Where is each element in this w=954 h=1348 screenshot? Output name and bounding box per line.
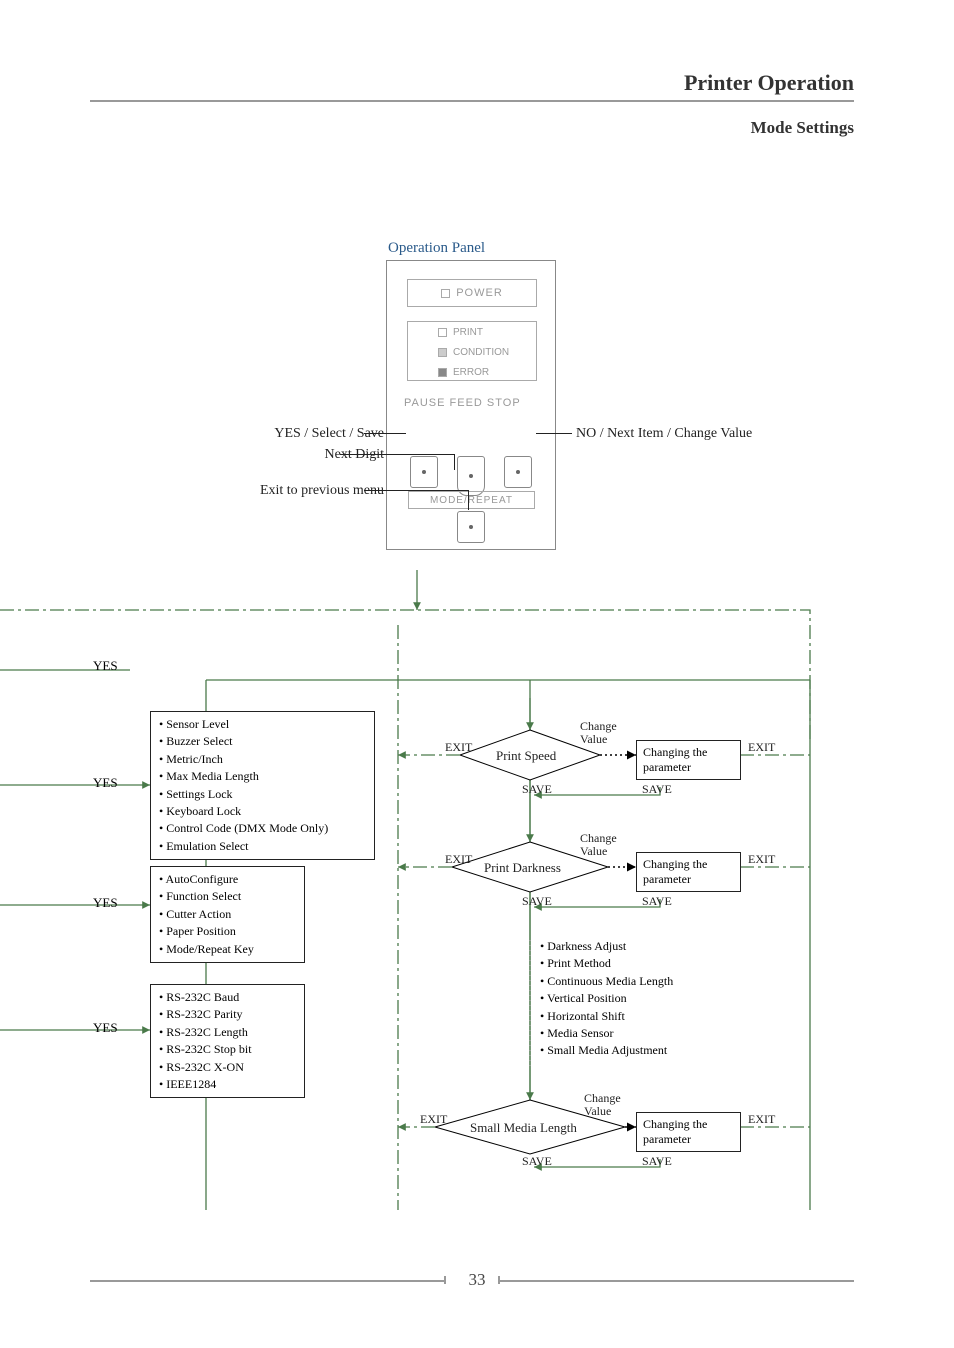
- header-rule: [90, 100, 854, 102]
- changing-param-1: Changing the parameter: [636, 740, 741, 780]
- page-header-title: Printer Operation: [684, 70, 854, 96]
- save-3a: SAVE: [522, 1154, 552, 1169]
- save-2a: SAVE: [522, 894, 552, 909]
- changing-param-2: Changing the parameter: [636, 852, 741, 892]
- exit-3: EXIT: [420, 1112, 447, 1127]
- stop-button: [504, 456, 532, 488]
- label-no: NO / Next Item / Change Value: [576, 426, 826, 442]
- label-next-digit: Next Digit: [204, 447, 384, 463]
- changeval-3: Change Value: [584, 1092, 639, 1118]
- operation-panel-diagram: Operation Panel POWER PRINT CONDITION ER…: [0, 220, 954, 540]
- power-label: POWER: [456, 287, 503, 299]
- exit-2: EXIT: [445, 852, 472, 867]
- label-exit: Exit to previous menu: [204, 483, 384, 499]
- save-3b: SAVE: [642, 1154, 672, 1169]
- status-error: ERROR: [453, 367, 489, 378]
- mode-button: [457, 511, 485, 543]
- save-2b: SAVE: [642, 894, 672, 909]
- yes-label-3: YES: [93, 895, 118, 911]
- label-yes: YES / Select / Save: [204, 426, 384, 442]
- pause-button: [410, 456, 438, 488]
- yes-label-4: YES: [93, 1020, 118, 1036]
- page-number: 33: [0, 1270, 954, 1290]
- status-box: PRINT CONDITION ERROR: [407, 321, 537, 381]
- decision-print-speed: Print Speed: [496, 748, 556, 764]
- exit-1: EXIT: [445, 740, 472, 755]
- list-auto: • AutoConfigure• Function Select• Cutter…: [150, 866, 305, 963]
- pause-feed-stop-labels: PAUSE FEED STOP: [404, 397, 521, 409]
- decision-print-darkness: Print Darkness: [484, 860, 561, 876]
- exit-1r: EXIT: [748, 740, 775, 755]
- list-rs232: • RS-232C Baud• RS-232C Parity• RS-232C …: [150, 984, 305, 1098]
- status-print: PRINT: [453, 327, 483, 338]
- changing-param-3: Changing the parameter: [636, 1112, 741, 1152]
- list-sensor: • Sensor Level• Buzzer Select• Metric/In…: [150, 711, 375, 860]
- list-darkness: • Darkness Adjust• Print Method• Continu…: [540, 938, 673, 1060]
- save-1a: SAVE: [522, 782, 552, 797]
- yes-label-1: YES: [93, 658, 118, 674]
- changeval-1: Change Value: [580, 720, 635, 746]
- status-condition: CONDITION: [453, 347, 509, 358]
- save-1b: SAVE: [642, 782, 672, 797]
- flowchart-area: YES YES YES YES • Sensor Level• Buzzer S…: [0, 570, 954, 1220]
- yes-label-2: YES: [93, 775, 118, 791]
- changeval-2: Change Value: [580, 832, 635, 858]
- mode-repeat-label: MODE/REPEAT: [408, 491, 535, 509]
- exit-2r: EXIT: [748, 852, 775, 867]
- exit-3r: EXIT: [748, 1112, 775, 1127]
- power-indicator: POWER: [407, 279, 537, 307]
- decision-small-media: Small Media Length: [470, 1120, 577, 1136]
- header-subtitle: Mode Settings: [751, 118, 854, 138]
- op-panel-title: Operation Panel: [388, 240, 485, 257]
